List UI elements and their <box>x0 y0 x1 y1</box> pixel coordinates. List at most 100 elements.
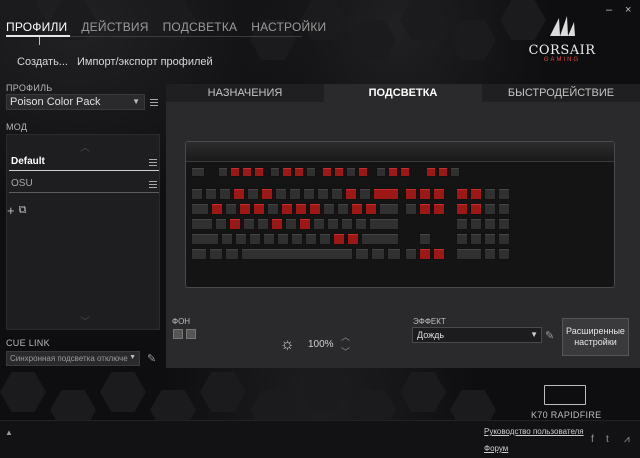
pencil-icon[interactable]: ✎ <box>545 329 554 342</box>
mode-item-osu[interactable]: OSU <box>9 175 159 193</box>
scroll-up-icon[interactable]: ︿ <box>80 139 90 154</box>
keyboard-key[interactable] <box>456 248 482 260</box>
keyboard-key[interactable] <box>235 233 247 245</box>
keyboard-key[interactable] <box>209 248 223 260</box>
keyboard-key[interactable] <box>242 167 252 177</box>
keyboard-key[interactable] <box>498 218 510 230</box>
minimize-button[interactable]: – <box>606 4 612 16</box>
keyboard-key[interactable] <box>470 218 482 230</box>
keyboard-key[interactable] <box>191 218 213 230</box>
keyboard-key[interactable] <box>456 233 468 245</box>
keyboard-key[interactable] <box>270 167 280 177</box>
keyboard-key[interactable] <box>355 248 369 260</box>
add-icon[interactable]: + <box>7 203 15 218</box>
background-swatch-2[interactable] <box>186 329 196 339</box>
keyboard-key[interactable] <box>294 167 304 177</box>
pencil-icon[interactable]: ✎ <box>147 352 156 365</box>
keyboard-key[interactable] <box>211 203 223 215</box>
keyboard-key[interactable] <box>319 233 331 245</box>
keyboard-key[interactable] <box>218 167 228 177</box>
expand-up-icon[interactable]: ▲ <box>5 428 13 437</box>
keyboard-key[interactable] <box>359 188 371 200</box>
keyboard-key[interactable] <box>498 248 510 260</box>
keyboard-device-icon[interactable] <box>544 385 586 405</box>
keyboard-key[interactable] <box>229 218 241 230</box>
forum-link[interactable]: Форум <box>484 444 508 453</box>
profile-select[interactable]: Poison Color Pack ▼ <box>6 94 145 110</box>
scroll-down-icon[interactable]: ﹀ <box>80 313 90 328</box>
keyboard-key[interactable] <box>289 188 301 200</box>
keyboard-key[interactable] <box>219 188 231 200</box>
keyboard-key[interactable] <box>484 248 496 260</box>
keyboard-key[interactable] <box>470 203 482 215</box>
user-guide-link[interactable]: Руководство пользователя <box>484 427 584 436</box>
keyboard-key[interactable] <box>271 218 283 230</box>
keyboard-key[interactable] <box>247 188 259 200</box>
keyboard-key[interactable] <box>456 218 468 230</box>
copy-icon[interactable]: ⧉ <box>19 203 27 218</box>
keyboard-key[interactable] <box>275 188 287 200</box>
keyboard-key[interactable] <box>450 167 460 177</box>
keyboard-key[interactable] <box>387 248 401 260</box>
keyboard-key[interactable] <box>267 203 279 215</box>
keyboard-key[interactable] <box>205 188 217 200</box>
keyboard-key[interactable] <box>309 203 321 215</box>
keyboard-key[interactable] <box>277 233 289 245</box>
keyboard-key[interactable] <box>313 218 325 230</box>
keyboard-key[interactable] <box>239 203 251 215</box>
keyboard-key[interactable] <box>456 188 468 200</box>
keyboard-key[interactable] <box>191 203 209 215</box>
mode-default-menu-icon[interactable] <box>147 156 159 168</box>
keyboard-key[interactable] <box>191 233 219 245</box>
keyboard-key[interactable] <box>347 233 359 245</box>
create-profile-link[interactable]: Создать... <box>17 56 68 68</box>
keyboard-key[interactable] <box>241 248 353 260</box>
keyboard-key[interactable] <box>498 203 510 215</box>
keyboard-key[interactable] <box>191 188 203 200</box>
keyboard-key[interactable] <box>317 188 329 200</box>
keyboard-key[interactable] <box>373 188 399 200</box>
keyboard-key[interactable] <box>281 203 293 215</box>
keyboard-key[interactable] <box>221 233 233 245</box>
twitter-icon[interactable]: t <box>606 434 609 445</box>
keyboard-key[interactable] <box>322 167 332 177</box>
keyboard-key[interactable] <box>233 188 245 200</box>
keyboard-key[interactable] <box>323 203 335 215</box>
tab-settings[interactable]: НАСТРОЙКИ <box>251 20 326 40</box>
keyboard-key[interactable] <box>419 203 431 215</box>
keyboard-key[interactable] <box>257 218 269 230</box>
tab-performance[interactable]: БЫСТРОДЕЙСТВИЕ <box>482 84 640 102</box>
keyboard-key[interactable] <box>419 233 431 245</box>
keyboard-key[interactable] <box>305 233 317 245</box>
profile-menu-icon[interactable] <box>148 96 160 108</box>
keyboard-key[interactable] <box>405 203 417 215</box>
keyboard-key[interactable] <box>400 167 410 177</box>
tab-actions[interactable]: ДЕЙСТВИЯ <box>81 20 148 40</box>
keyboard-key[interactable] <box>337 203 349 215</box>
facebook-icon[interactable]: f <box>591 434 594 445</box>
keyboard-key[interactable] <box>306 167 316 177</box>
keyboard-key[interactable] <box>358 167 368 177</box>
tab-lighting-main[interactable]: ПОДСВЕТКА <box>324 84 482 102</box>
tab-assignments[interactable]: НАЗНАЧЕНИЯ <box>166 84 324 102</box>
keyboard-key[interactable] <box>225 203 237 215</box>
keyboard-key[interactable] <box>282 167 292 177</box>
keyboard-key[interactable] <box>456 203 468 215</box>
keyboard-key[interactable] <box>333 233 345 245</box>
chevron-down-icon[interactable]: ﹀ <box>341 345 350 358</box>
keyboard-key[interactable] <box>331 188 343 200</box>
effect-select[interactable]: Дождь ▼ <box>412 327 542 343</box>
keyboard-key[interactable] <box>355 218 367 230</box>
keyboard-key[interactable] <box>433 248 445 260</box>
keyboard-image[interactable] <box>185 141 615 288</box>
background-swatch-1[interactable] <box>173 329 183 339</box>
advanced-settings-button[interactable]: Расширенные настройки <box>562 318 629 356</box>
keyboard-key[interactable] <box>263 233 275 245</box>
keyboard-key[interactable] <box>470 233 482 245</box>
keyboard-key[interactable] <box>419 248 431 260</box>
keyboard-key[interactable] <box>484 203 496 215</box>
keyboard-key[interactable] <box>419 188 431 200</box>
keyboard-key[interactable] <box>341 218 353 230</box>
keyboard-key[interactable] <box>405 248 417 260</box>
keyboard-key[interactable] <box>215 218 227 230</box>
